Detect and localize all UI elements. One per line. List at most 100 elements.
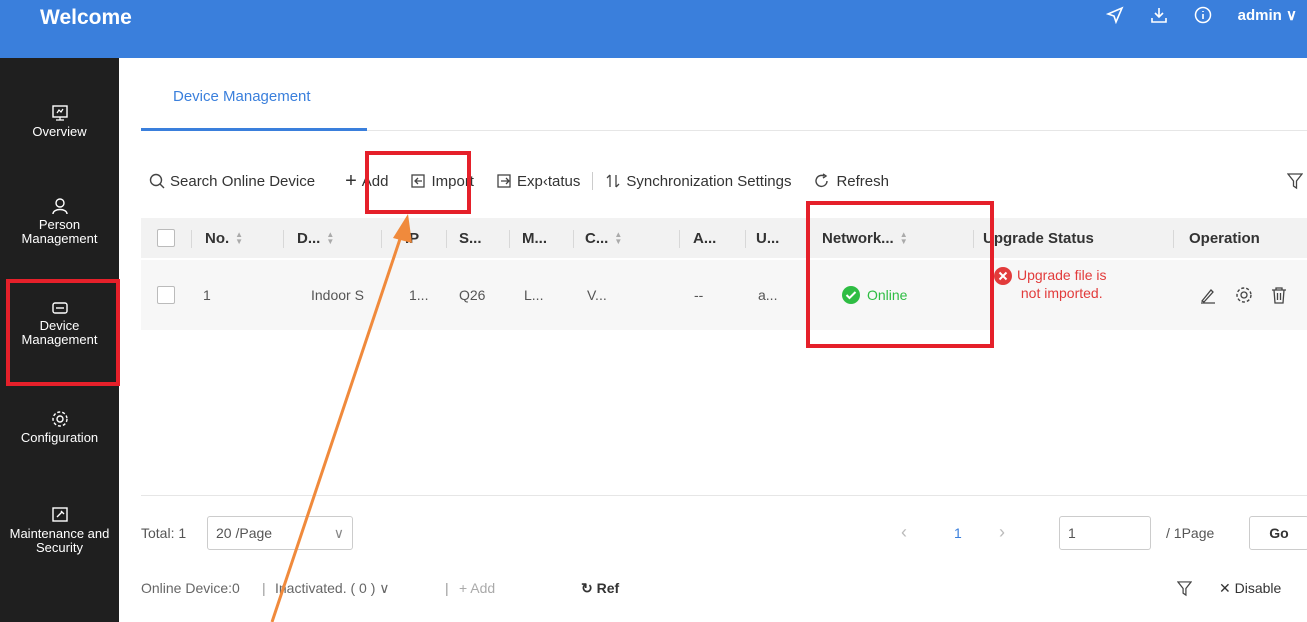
gear-icon xyxy=(51,410,69,428)
app-title: Welcome xyxy=(40,6,132,29)
top-bar: Welcome admin ∨ xyxy=(0,0,1307,58)
sidebar-item-configuration[interactable]: Configuration xyxy=(0,410,119,445)
column-a[interactable]: A... xyxy=(693,218,716,258)
column-divider xyxy=(745,230,746,248)
top-icons: admin ∨ xyxy=(1105,6,1297,24)
column-divider xyxy=(191,230,192,248)
highlight-box-sidebar xyxy=(6,279,120,386)
upgrade-status-line: Upgrade file is xyxy=(1017,267,1107,283)
cell-a: -- xyxy=(694,287,704,303)
main-content: Device Management Search Online Device +… xyxy=(119,58,1307,622)
search-label: Search Online Device xyxy=(170,172,316,190)
bottom-refresh-button[interactable]: ↻ Ref xyxy=(581,580,619,597)
sidebar-item-label: Maintenance and Security xyxy=(9,526,110,555)
cell-d: Indoor S xyxy=(311,287,364,303)
row-checkbox[interactable] xyxy=(157,260,175,330)
overview-icon xyxy=(51,104,69,122)
inactivated-filter[interactable]: Inactivated. ( 0 ) ∨ xyxy=(275,580,390,597)
refresh-icon: ↻ xyxy=(581,580,597,596)
sidebar-item-label: Person Management xyxy=(21,217,98,246)
column-divider xyxy=(1173,230,1174,248)
bottom-add-button[interactable]: + Add xyxy=(459,580,495,596)
filter-icon[interactable] xyxy=(1287,172,1303,190)
upgrade-status-text: Upgrade file is not imported. xyxy=(1017,266,1107,302)
page-number[interactable]: 1 xyxy=(954,525,962,541)
cell-ip: 1... xyxy=(409,287,429,303)
column-d[interactable]: D... ▲ ▼ xyxy=(297,218,334,258)
bottom-divider: | xyxy=(262,580,266,596)
export-button[interactable]: Exp‹tatus xyxy=(496,173,580,190)
column-operation: Operation xyxy=(1189,218,1260,258)
column-u[interactable]: U... xyxy=(756,218,779,258)
export-icon xyxy=(497,174,511,188)
column-divider xyxy=(509,230,510,248)
delete-icon[interactable] xyxy=(1271,286,1287,304)
refresh-button[interactable]: Refresh xyxy=(813,173,889,190)
column-m[interactable]: M... xyxy=(522,218,547,258)
chevron-down-icon: ∨ xyxy=(1286,7,1297,24)
page-jump-input[interactable]: 1 xyxy=(1059,516,1151,550)
column-divider xyxy=(679,230,680,248)
sort-icon: ▲ ▼ xyxy=(235,230,244,246)
user-menu[interactable]: admin ∨ xyxy=(1238,6,1297,24)
column-divider xyxy=(381,230,382,248)
column-no[interactable]: No. ▲ ▼ xyxy=(205,218,243,258)
column-ip[interactable]: IP xyxy=(405,218,419,258)
sort-icon: ▲ ▼ xyxy=(326,230,335,246)
disable-button[interactable]: ✕ Disable xyxy=(1219,580,1281,597)
column-s[interactable]: S... xyxy=(459,218,482,258)
error-icon xyxy=(994,267,1012,285)
cell-c: V... xyxy=(587,287,607,303)
column-divider xyxy=(446,230,447,248)
bottom-divider: | xyxy=(445,580,449,596)
online-device-count: Online Device:0 xyxy=(141,580,240,596)
inactivated-label: Inactivated. ( 0 ) xyxy=(275,580,376,596)
column-label: IP xyxy=(405,229,420,247)
synchronization-settings-button[interactable]: Synchronization Settings xyxy=(605,173,791,190)
cell-operation xyxy=(1199,260,1287,330)
download-icon[interactable] xyxy=(1150,6,1168,24)
refresh-icon xyxy=(815,173,829,188)
cell-s: Q26 xyxy=(459,287,486,303)
total-count: Total: 1 xyxy=(141,525,187,541)
send-icon[interactable] xyxy=(1105,6,1124,24)
plus-icon: + xyxy=(459,580,471,596)
page-size-value: 20 /Page xyxy=(216,525,273,541)
sync-icon xyxy=(606,174,620,188)
bottom-refresh-label: Ref xyxy=(596,580,620,596)
edit-icon[interactable] xyxy=(1199,286,1217,304)
sidebar-item-person[interactable]: Person Management xyxy=(0,197,119,246)
user-name: admin xyxy=(1237,7,1282,24)
filter-icon[interactable] xyxy=(1177,580,1192,597)
column-label: A... xyxy=(693,229,717,247)
highlight-box-network xyxy=(806,201,994,348)
info-icon[interactable] xyxy=(1194,6,1212,24)
tab-device-management[interactable]: Device Management xyxy=(141,88,343,105)
sync-label: Synchronization Settings xyxy=(626,172,792,190)
column-label: D... xyxy=(297,229,321,247)
sort-icon: ▲ ▼ xyxy=(614,230,623,246)
table-row[interactable]: 1 Indoor S 1... Q26 L... V... -- a... On… xyxy=(141,260,1307,330)
column-label: Upgrade Status xyxy=(983,229,1094,247)
go-button[interactable]: Go xyxy=(1249,516,1307,550)
column-upgrade-status[interactable]: Upgrade Status xyxy=(983,218,1094,258)
cell-upgrade-status: Upgrade file is not imported. xyxy=(993,260,1107,330)
plus-icon: + xyxy=(345,170,357,192)
select-all-checkbox[interactable] xyxy=(157,218,175,258)
previous-page-icon[interactable]: ‹ xyxy=(901,522,907,543)
tab-bar: Device Management xyxy=(141,88,343,106)
footer-divider xyxy=(141,495,1307,496)
column-c[interactable]: C... ▲ ▼ xyxy=(585,218,622,258)
page-size-select[interactable]: 20 /Page ∨ xyxy=(207,516,353,550)
toolbar: Search Online Device + Add Import Exp‹ta… xyxy=(149,170,889,192)
gear-icon[interactable] xyxy=(1235,286,1253,304)
search-online-device-button[interactable]: Search Online Device xyxy=(149,173,315,190)
column-label: M... xyxy=(522,229,547,247)
column-label: S... xyxy=(459,229,482,247)
disable-label: Disable xyxy=(1234,580,1282,596)
next-page-icon[interactable]: › xyxy=(999,522,1005,543)
sidebar-item-maintenance[interactable]: Maintenance and Security xyxy=(0,506,119,555)
maintenance-icon xyxy=(51,506,69,524)
sidebar-item-overview[interactable]: Overview xyxy=(0,104,119,139)
sidebar-item-label: Configuration xyxy=(20,430,99,445)
